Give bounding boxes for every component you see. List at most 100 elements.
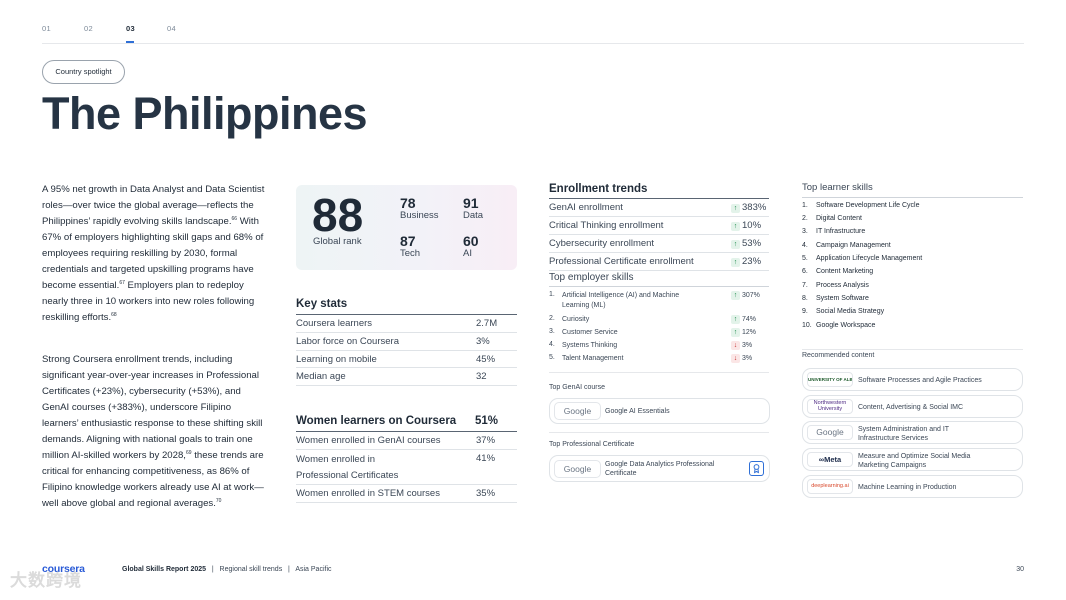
arrow-up-icon: ↑ (731, 291, 740, 300)
divider (549, 286, 769, 287)
enrollment-value: 383% (742, 202, 767, 213)
tab-03[interactable]: 03 (126, 24, 135, 43)
tab-04[interactable]: 04 (167, 24, 176, 33)
enrollment-row: GenAI enrollment ↑ 383% (549, 199, 769, 217)
skill-index: 5. (802, 255, 808, 262)
skill-index: 6. (802, 268, 808, 275)
skill-index: 3. (549, 328, 555, 335)
university-of-alberta-logo: UNIVERSITY OF ALBERTA (807, 372, 853, 387)
skill-index: 7. (802, 282, 808, 289)
skill-label: Customer Service (562, 329, 618, 336)
stat-label: Median age (296, 371, 346, 382)
recommended-card[interactable]: Northwestern University Content, Adverti… (802, 395, 1023, 418)
stat-label: Labor force on Coursera (296, 336, 399, 347)
separator: | (211, 566, 214, 573)
footnote-ref[interactable]: 68 (111, 312, 117, 318)
watermark: 大数跨境 (10, 571, 82, 590)
recommended-title: Content, Advertising & Social IMC (858, 404, 964, 411)
key-stat-row: Learning on mobile 45% (296, 351, 517, 368)
skill-index: 3. (802, 228, 808, 235)
recommended-title: System Administration and IT Infrastruct… (858, 426, 949, 442)
section-tabs: 01 02 03 04 (42, 24, 1024, 44)
global-rank-value: 88 (312, 189, 364, 241)
footer: coursera Global Skills Report 2025 | Reg… (42, 563, 1024, 577)
enrollment-value: 53% (742, 238, 762, 249)
report-name: Global Skills Report 2025 (122, 566, 207, 573)
enrollment-row: Professional Certificate enrollment ↑ 23% (549, 253, 769, 271)
skill-label: Process Analysis (816, 282, 869, 289)
footer-section[interactable]: Regional skill trends (220, 566, 283, 573)
deeplearning-ai-logo: deeplearning.ai (807, 479, 853, 494)
tech-rank-label: Tech (400, 248, 421, 259)
key-stat-row: Labor force on Coursera 3% (296, 333, 517, 351)
skill-index: 10. (802, 322, 812, 329)
divider (549, 372, 769, 373)
tech-rank: 87 Tech (400, 233, 420, 259)
page-number: 30 (1016, 566, 1024, 573)
ai-rank: 60 AI (463, 233, 479, 259)
intro-paragraph: A 95% net growth in Data Analyst and Dat… (42, 182, 268, 326)
tab-01[interactable]: 01 (42, 24, 51, 33)
stat-value: 2.7M (476, 318, 498, 329)
women-stat-row: Women enrolled in Professional Certifica… (296, 450, 517, 485)
stat-value: 41% (476, 453, 496, 464)
skill-label: IT Infrastructure (816, 228, 866, 235)
data-rank-label: Data (463, 210, 484, 221)
enrollment-label: GenAI enrollment (549, 202, 623, 213)
separator: | (288, 566, 290, 573)
skill-index: 1. (802, 202, 808, 209)
arrow-up-icon: ↑ (731, 258, 740, 267)
ai-rank-label: AI (463, 248, 472, 259)
recommended-card[interactable]: ∞Meta Measure and Optimize Social Media … (802, 448, 1023, 471)
enrollment-row: Cybersecurity enrollment ↑ 53% (549, 235, 769, 253)
enrollment-label: Professional Certificate enrollment (549, 256, 694, 267)
arrow-up-icon: ↑ (731, 240, 740, 249)
skill-label: Software Development Life Cycle (816, 202, 920, 209)
skill-value: 74% (742, 316, 757, 323)
text-segment: Strong Coursera enrollment trends, inclu… (42, 354, 263, 461)
divider (802, 197, 1023, 198)
skill-label: Artificial Intelligence (AI) and Machine… (562, 292, 680, 309)
enrollment-value: 23% (742, 256, 762, 267)
stat-value: 37% (476, 435, 496, 446)
skill-label: Systems Thinking (562, 342, 618, 349)
google-logo: Google (807, 425, 853, 440)
enrollment-label: Critical Thinking enrollment (549, 220, 664, 231)
skill-label: Talent Management (562, 355, 624, 362)
recommended-title: Machine Learning in Production (858, 484, 957, 491)
data-rank: 91 Data (463, 195, 483, 221)
stat-value: 35% (476, 488, 496, 499)
stat-label: Coursera learners (296, 318, 373, 329)
stat-label: Learning on mobile (296, 354, 377, 365)
recommended-heading: Recommended content (802, 352, 875, 359)
skill-value: 307% (742, 292, 760, 299)
data-rank-value: 91 (463, 195, 479, 211)
arrow-down-icon: ↓ (731, 354, 740, 363)
women-learners-heading: Women learners on Coursera (296, 415, 457, 427)
genai-course-card[interactable]: Google Google AI Essentials (549, 398, 770, 424)
tech-rank-value: 87 (400, 233, 416, 249)
business-rank-label: Business (400, 210, 439, 221)
certificate-icon (749, 461, 764, 476)
enrollment-row: Critical Thinking enrollment ↑ 10% (549, 217, 769, 235)
divider (802, 349, 1023, 350)
skill-label: Content Marketing (816, 268, 874, 275)
skill-label: Curiosity (562, 316, 590, 323)
recommended-card[interactable]: UNIVERSITY OF ALBERTA Software Processes… (802, 368, 1023, 391)
skill-index: 4. (549, 341, 555, 348)
prof-cert-card[interactable]: Google Google Data Analytics Professiona… (549, 455, 770, 482)
key-stat-row: Coursera learners 2.7M (296, 315, 517, 333)
business-rank-value: 78 (400, 195, 416, 211)
recommended-card[interactable]: deeplearning.ai Machine Learning in Prod… (802, 475, 1023, 498)
course-title: Google AI Essentials (605, 408, 670, 415)
recommended-card[interactable]: Google System Administration and IT Infr… (802, 421, 1023, 444)
footer-region[interactable]: Asia Pacific (295, 566, 331, 573)
business-rank: 78 Business (400, 195, 439, 221)
ai-rank-value: 60 (463, 233, 479, 249)
women-learners-value: 51% (475, 415, 499, 427)
footnote-ref[interactable]: 70 (216, 498, 222, 504)
arrow-up-icon: ↑ (731, 315, 740, 324)
footer-breadcrumb: Global Skills Report 2025 | Regional ski… (122, 566, 332, 573)
tab-02[interactable]: 02 (84, 24, 93, 33)
meta-logo: ∞Meta (807, 452, 853, 467)
